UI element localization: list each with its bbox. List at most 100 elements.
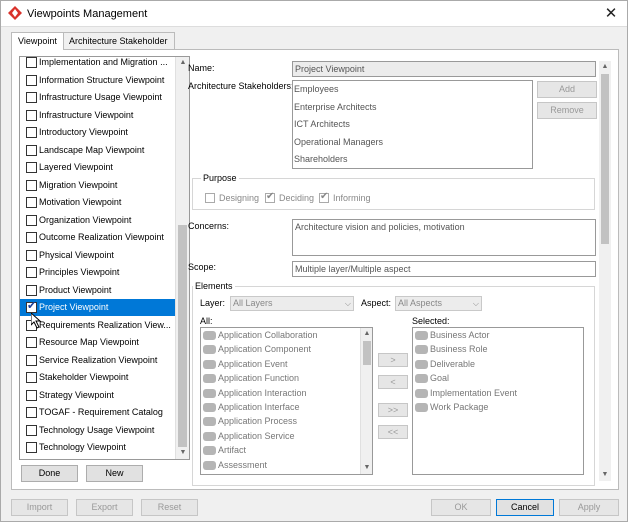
viewpoint-label: Resource Map Viewpoint (39, 337, 139, 347)
viewpoint-checkbox[interactable] (26, 442, 37, 453)
all-elements-list[interactable]: ▲ ▼ Application Collaboration Application… (200, 327, 373, 475)
scope-field[interactable]: Multiple layer/Multiple aspect (292, 261, 596, 277)
viewpoint-list-item[interactable]: ✔ Project Viewpoint (20, 299, 175, 316)
viewpoint-list[interactable]: Technology Viewpoint Technology Usage Vie… (19, 56, 190, 460)
viewpoint-list-item[interactable]: Technology Viewpoint (20, 439, 175, 456)
viewpoint-list-item[interactable]: Product Viewpoint (20, 282, 175, 299)
scroll-thumb[interactable] (601, 74, 609, 244)
stakeholder-item[interactable]: Shareholders (294, 154, 348, 164)
viewpoint-checkbox[interactable] (26, 424, 37, 436)
aspect-dropdown[interactable]: All Aspects ⌵ (395, 296, 482, 311)
viewpoint-checkbox[interactable] (26, 284, 37, 296)
export-button[interactable]: Export (76, 499, 133, 516)
viewpoint-checkbox[interactable] (26, 249, 37, 261)
viewpoint-checkbox[interactable] (26, 354, 37, 366)
viewpoint-checkbox[interactable] (26, 389, 37, 401)
apply-button[interactable]: Apply (559, 499, 619, 516)
layer-label: Layer: (200, 298, 226, 308)
ok-button[interactable]: OK (431, 499, 491, 516)
viewpoint-checkbox[interactable] (26, 372, 37, 383)
viewpoint-list-item[interactable]: Infrastructure Usage Viewpoint (20, 89, 175, 106)
viewpoint-checkbox[interactable] (26, 197, 37, 208)
viewpoint-checkbox[interactable] (26, 109, 37, 121)
viewpoint-list-item[interactable]: Organization Viewpoint (20, 212, 175, 229)
scroll-down-icon[interactable]: ▼ (361, 462, 372, 474)
viewpoint-list-item[interactable]: Stakeholder Viewpoint (20, 369, 175, 386)
viewpoint-label: Implementation and Migration ... (39, 57, 168, 67)
move-all-right-button[interactable]: >> (378, 403, 408, 417)
move-right-button[interactable]: > (378, 353, 408, 367)
viewpoint-checkbox[interactable] (26, 92, 37, 103)
tab-architecture-stakeholder[interactable]: Architecture Stakeholder (62, 32, 175, 49)
viewpoint-checkbox[interactable] (26, 214, 37, 226)
informing-checkbox[interactable]: ✔ (319, 191, 329, 203)
selected-elements-list[interactable]: Business Actor Business Role Deliverable Go… (412, 327, 584, 475)
viewpoint-list-item[interactable]: Migration Viewpoint (20, 177, 175, 194)
done-button[interactable]: Done (21, 465, 78, 482)
viewpoint-checkbox[interactable] (26, 74, 37, 86)
viewpoint-list-item[interactable]: Infrastructure Viewpoint (20, 107, 175, 124)
viewpoint-checkbox[interactable] (26, 407, 37, 418)
stakeholder-item[interactable]: ICT Architects (294, 119, 350, 129)
viewpoint-list-item[interactable]: Principles Viewpoint (20, 264, 175, 281)
viewpoint-list-item[interactable]: Information Structure Viewpoint (20, 72, 175, 89)
viewpoint-list-item[interactable]: Technology Usage Viewpoint (20, 422, 175, 439)
scroll-thumb[interactable] (363, 341, 371, 365)
viewpoint-checkbox[interactable]: ✔ (26, 300, 37, 313)
panel-scrollbar[interactable]: ▲ ▼ (599, 61, 611, 481)
stakeholders-list[interactable]: Employees Enterprise Architects ICT Archit… (292, 80, 533, 169)
viewpoint-list-item[interactable]: Requirements Realization View... (20, 317, 175, 334)
stakeholder-item[interactable]: Operational Managers (294, 137, 383, 147)
viewpoint-list-item[interactable]: Introductory Viewpoint (20, 124, 175, 141)
chevron-down-icon: ⌵ (344, 299, 351, 308)
designing-checkbox[interactable] (205, 193, 215, 203)
viewpoint-checkbox[interactable] (26, 127, 37, 138)
scroll-up-icon[interactable]: ▲ (361, 328, 372, 340)
viewpoint-list-item[interactable]: Service Realization Viewpoint (20, 352, 175, 369)
import-button[interactable]: Import (11, 499, 68, 516)
scroll-down-icon[interactable]: ▼ (599, 469, 611, 481)
viewpoint-checkbox[interactable] (26, 162, 37, 173)
reset-button[interactable]: Reset (141, 499, 198, 516)
stakeholder-item[interactable]: Employees (294, 84, 339, 94)
scroll-down-icon[interactable]: ▼ (176, 447, 189, 459)
element-type-icon (415, 345, 428, 355)
viewpoint-list-item[interactable]: Layered Viewpoint (20, 159, 175, 176)
viewpoint-checkbox[interactable] (26, 337, 37, 348)
viewpoint-checkbox[interactable] (26, 267, 37, 278)
scroll-thumb[interactable] (178, 225, 187, 447)
viewpoint-list-item[interactable]: Resource Map Viewpoint (20, 334, 175, 351)
scroll-up-icon[interactable]: ▲ (599, 61, 611, 73)
viewpoint-checkbox[interactable] (26, 179, 37, 191)
move-all-left-button[interactable]: << (378, 425, 408, 439)
close-icon[interactable]: ✕ (601, 4, 621, 24)
viewpoint-list-item[interactable]: Implementation and Migration ... (20, 57, 175, 71)
all-elements-scrollbar[interactable]: ▲ ▼ (360, 328, 372, 474)
element-type-icon (415, 403, 428, 412)
stakeholder-item[interactable]: Enterprise Architects (294, 102, 377, 112)
selected-elements-label: Selected: (412, 316, 450, 326)
viewpoint-list-item[interactable]: Landscape Map Viewpoint (20, 142, 175, 159)
deciding-checkbox[interactable]: ✔ (265, 191, 275, 203)
new-button[interactable]: New (86, 465, 143, 482)
viewpoint-checkbox[interactable] (26, 57, 37, 68)
viewpoint-checkbox[interactable] (26, 144, 37, 156)
name-label: Name: (188, 63, 215, 73)
layer-dropdown[interactable]: All Layers ⌵ (230, 296, 354, 311)
tab-viewpoint[interactable]: Viewpoint (11, 32, 64, 50)
viewpoint-checkbox[interactable] (26, 232, 37, 243)
viewpoint-label: Product Viewpoint (39, 284, 112, 295)
concerns-field[interactable]: Architecture vision and policies, motiva… (292, 219, 596, 256)
viewpoint-list-item[interactable]: Outcome Realization Viewpoint (20, 229, 175, 246)
viewpoint-list-item[interactable]: TOGAF - Requirement Catalog (20, 404, 175, 421)
viewpoint-list-scrollbar[interactable]: ▲ ▼ (175, 57, 189, 459)
viewpoint-list-item[interactable]: Strategy Viewpoint (20, 387, 175, 404)
cancel-button[interactable]: Cancel (496, 499, 554, 516)
move-left-button[interactable]: < (378, 375, 408, 389)
name-field[interactable]: Project Viewpoint (292, 61, 596, 77)
viewpoint-list-item[interactable]: Physical Viewpoint (20, 247, 175, 264)
element-label: Application Event (218, 358, 288, 369)
viewpoint-list-item[interactable]: Motivation Viewpoint (20, 194, 175, 211)
add-stakeholder-button[interactable]: Add (537, 81, 597, 98)
remove-stakeholder-button[interactable]: Remove (537, 102, 597, 119)
